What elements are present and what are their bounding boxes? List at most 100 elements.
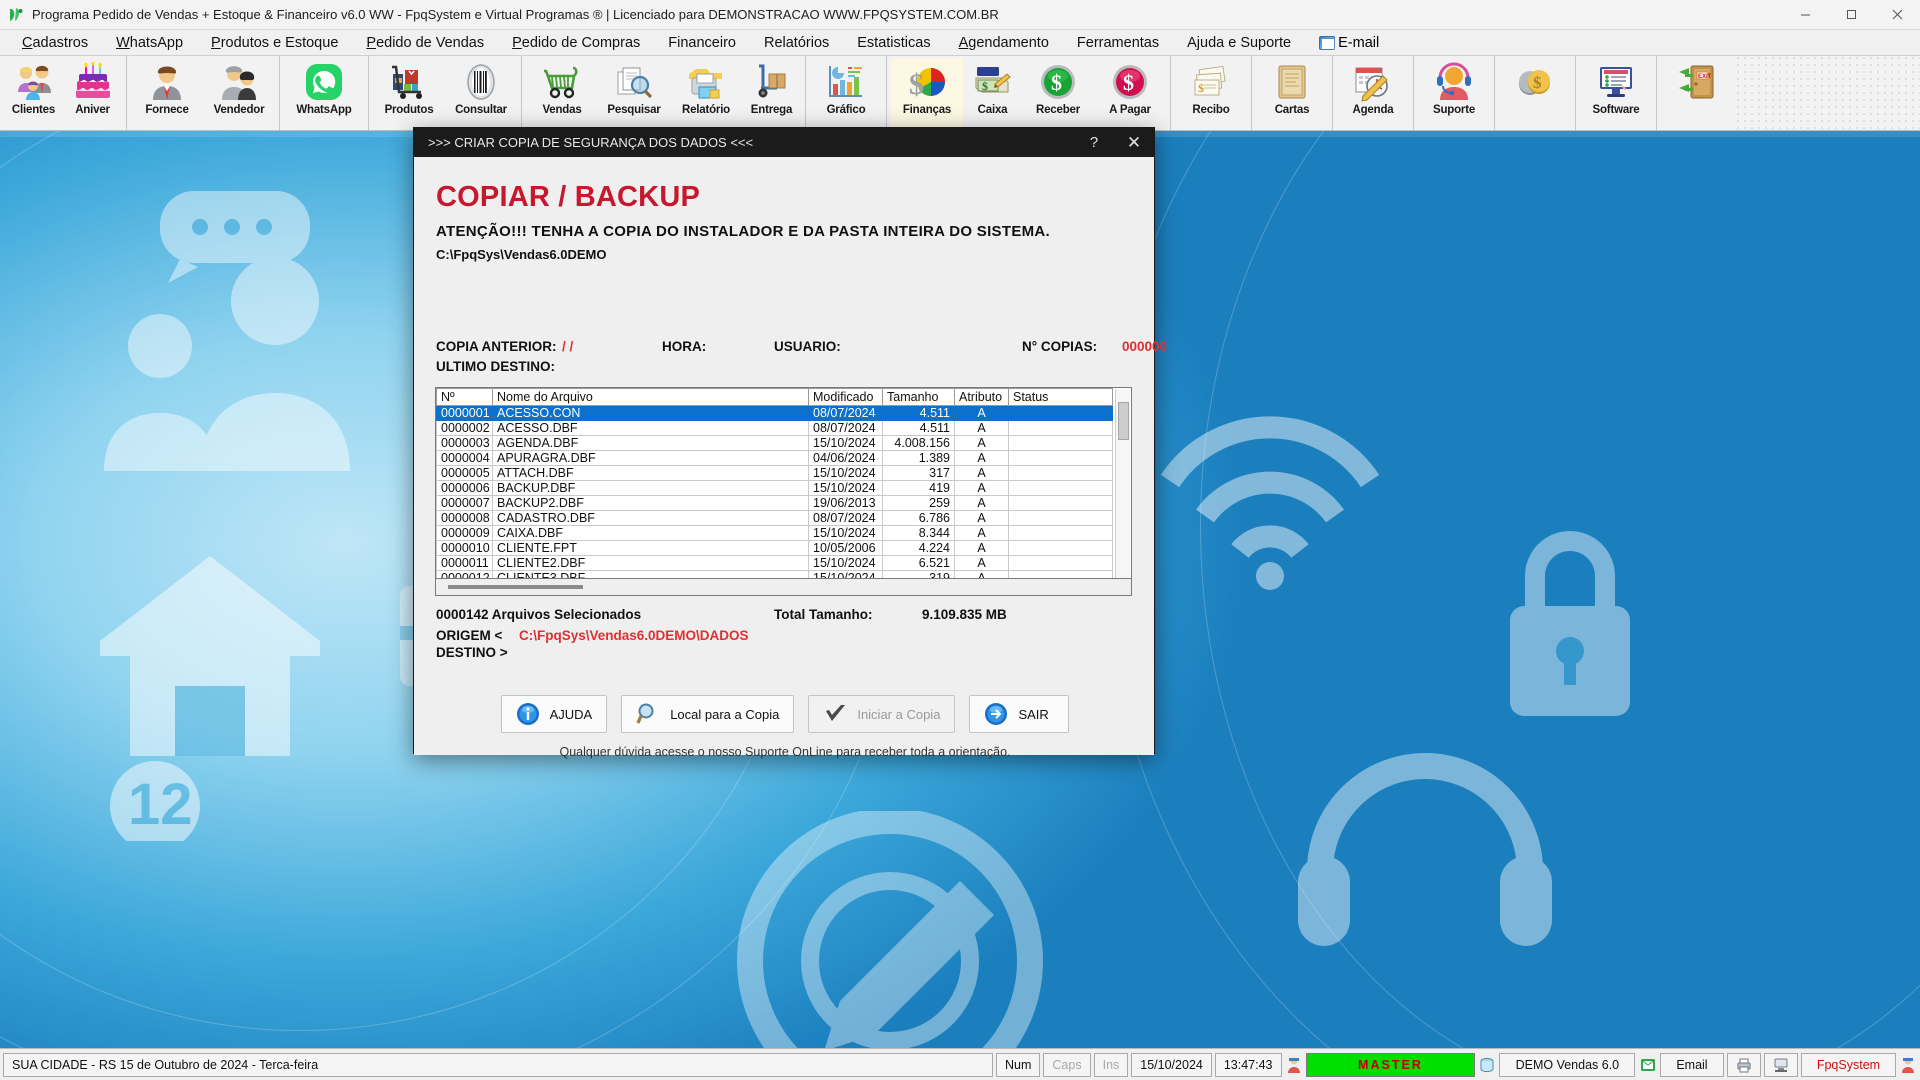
status-ins: Ins xyxy=(1093,1052,1129,1077)
menu-item-ferramentas[interactable]: Ferramentas xyxy=(1063,33,1173,53)
cell-sts xyxy=(1008,435,1113,451)
toolbar-button-caixa[interactable]: $ Caixa xyxy=(963,58,1022,128)
toolbar-button-relatorio[interactable]: Relatório xyxy=(670,58,742,128)
close-button[interactable] xyxy=(1874,0,1920,30)
toolbar-label-caixa: Caixa xyxy=(977,104,1008,116)
shopping-cart-icon xyxy=(542,62,582,102)
table-row[interactable]: 0000005 ATTACH.DBF 15/10/2024 317 A xyxy=(436,465,1113,481)
toolbar-button-financas[interactable]: $ Finanças xyxy=(891,58,963,128)
cell-atr: A xyxy=(954,420,1009,436)
dialog-close-button[interactable]: ✕ xyxy=(1114,128,1154,157)
iniciar-copia-button[interactable]: Iniciar a Copia xyxy=(808,695,956,733)
toolbar-button-coins[interactable]: $ xyxy=(1499,58,1571,128)
menu-item-agendamento[interactable]: Agendamento xyxy=(945,33,1063,53)
cell-sts xyxy=(1008,480,1113,496)
menu-item-pedido-compras[interactable]: Pedido de Compras xyxy=(498,33,654,53)
toolbar-button-receber[interactable]: $ Receber xyxy=(1022,58,1094,128)
svg-text:$: $ xyxy=(1198,81,1204,95)
decorative-lock-glyph xyxy=(1510,531,1630,716)
table-row[interactable]: 0000002 ACESSO.DBF 08/07/2024 4.511 A xyxy=(436,420,1113,436)
table-row[interactable]: 0000006 BACKUP.DBF 15/10/2024 419 A xyxy=(436,480,1113,496)
toolbar-button-consultar[interactable]: Consultar xyxy=(445,58,517,128)
svg-text:12: 12 xyxy=(128,772,193,837)
toolbar-button-entrega[interactable]: Entrega xyxy=(742,58,801,128)
table-row[interactable]: 0000009 CAIXA.DBF 15/10/2024 8.344 A xyxy=(436,525,1113,541)
file-list-grid[interactable]: Nº Nome do Arquivo Modificado Tamanho At… xyxy=(435,387,1132,579)
menu-item-email[interactable]: E-mail xyxy=(1305,33,1393,53)
table-row[interactable]: 0000011 CLIENTE2.DBF 15/10/2024 6.521 A xyxy=(436,555,1113,571)
table-row[interactable]: 0000007 BACKUP2.DBF 19/06/2013 259 A xyxy=(436,495,1113,511)
network-button[interactable] xyxy=(1764,1052,1799,1077)
toolbar-button-suporte[interactable]: Suporte xyxy=(1418,58,1490,128)
table-row[interactable]: 0000012 CLIENTE3.DBF 15/10/2024 319 A xyxy=(436,570,1113,578)
grid-horizontal-scroll-thumb[interactable] xyxy=(448,585,583,589)
table-row[interactable]: 0000004 APURAGRA.DBF 04/06/2024 1.389 A xyxy=(436,450,1113,466)
cell-mod: 15/10/2024 xyxy=(808,525,883,541)
toolbar-label-entrega: Entrega xyxy=(750,104,793,116)
column-header-status[interactable]: Status xyxy=(1008,388,1113,406)
toolbar-button-recibo[interactable]: $ Recibo xyxy=(1175,58,1247,128)
menu-item-pedido-vendas[interactable]: Pedido de Vendas xyxy=(352,33,498,53)
cell-sts xyxy=(1008,495,1113,511)
menu-item-estatisticas[interactable]: Estatisticas xyxy=(843,33,944,53)
column-header-atributo[interactable]: Atributo xyxy=(954,388,1009,406)
menu-item-ajuda-suporte[interactable]: Ajuda e Suporte xyxy=(1173,33,1305,53)
toolbar-button-fornece[interactable]: Fornece xyxy=(131,58,203,128)
status-database: DEMO Vendas 6.0 xyxy=(1499,1052,1636,1077)
sair-button-label: SAIR xyxy=(1018,706,1049,722)
column-header-tamanho[interactable]: Tamanho xyxy=(882,388,955,406)
toolbar-button-vendas[interactable]: Vendas xyxy=(526,58,598,128)
toolbar-button-whatsapp[interactable]: WhatsApp xyxy=(284,58,364,128)
birthday-cake-icon xyxy=(73,62,113,102)
sair-button[interactable]: SAIR xyxy=(969,695,1070,733)
ajuda-button[interactable]: AJUDA xyxy=(500,695,608,733)
grid-vertical-scroll-thumb[interactable] xyxy=(1118,402,1129,440)
menu-item-relatorios[interactable]: Relatórios xyxy=(750,33,843,53)
toolbar-button-aniver[interactable]: Aniver xyxy=(63,58,122,128)
grid-horizontal-scrollbar[interactable] xyxy=(435,579,1132,596)
clients-people-icon xyxy=(14,62,54,102)
toolbar-button-a-pagar[interactable]: $ A Pagar xyxy=(1094,58,1166,128)
cashbook-icon: $ xyxy=(973,62,1013,102)
cell-tam: 319 xyxy=(882,570,955,578)
printer-button[interactable] xyxy=(1727,1052,1762,1077)
cell-num: 0000008 xyxy=(436,510,493,526)
column-header-modificado[interactable]: Modificado xyxy=(808,388,883,406)
toolbar-button-vendedor[interactable]: Vendedor xyxy=(203,58,275,128)
column-header-numero[interactable]: Nº xyxy=(436,388,493,406)
cell-num: 0000010 xyxy=(436,540,493,556)
toolbar-button-cartas[interactable]: Cartas xyxy=(1256,58,1328,128)
menu-item-cadastros[interactable]: CCadastrosadastros xyxy=(8,33,102,53)
toolbar-button-clientes[interactable]: Clientes xyxy=(4,58,63,128)
cell-tam: 419 xyxy=(882,480,955,496)
menu-item-whatsapp[interactable]: WhatsApp xyxy=(102,33,197,53)
table-row[interactable]: 0000010 CLIENTE.FPT 10/05/2006 4.224 A xyxy=(436,540,1113,556)
toolbar-button-pesquisar[interactable]: Pesquisar xyxy=(598,58,670,128)
cell-nome: CLIENTE2.DBF xyxy=(492,555,809,571)
dialog-help-button[interactable]: ? xyxy=(1074,128,1114,157)
grid-vertical-scrollbar[interactable] xyxy=(1115,389,1130,578)
table-row[interactable]: 0000001 ACESSO.CON 08/07/2024 4.511 A xyxy=(436,405,1113,421)
coins-icon: $ xyxy=(1515,62,1555,102)
maximize-button[interactable] xyxy=(1828,0,1874,30)
toolbar-button-grafico[interactable]: Gráfico xyxy=(810,58,882,128)
table-row[interactable]: 0000008 CADASTRO.DBF 08/07/2024 6.786 A xyxy=(436,510,1113,526)
toolbar-button-software[interactable]: Software xyxy=(1580,58,1652,128)
calendar-clock-icon xyxy=(1353,62,1393,102)
toolbar-button-agenda[interactable]: Agenda xyxy=(1337,58,1409,128)
dialog-titlebar: >>> CRIAR COPIA DE SEGURANÇA DOS DADOS <… xyxy=(414,128,1154,157)
column-header-nome[interactable]: Nome do Arquivo xyxy=(492,388,809,406)
minimize-button[interactable] xyxy=(1782,0,1828,30)
local-para-copia-button[interactable]: Local para a Copia xyxy=(621,695,795,733)
toolbar-button-produtos[interactable]: Produtos xyxy=(373,58,445,128)
menu-item-financeiro[interactable]: Financeiro xyxy=(654,33,750,53)
toolbar-label-a-pagar: A Pagar xyxy=(1109,104,1151,116)
menu-item-produtos-estoque[interactable]: Produtos e Estoque xyxy=(197,33,352,53)
checkmark-icon xyxy=(823,702,847,726)
cell-tam: 4.511 xyxy=(882,405,955,421)
toolbar-button-exit[interactable]: EXIT xyxy=(1661,58,1733,128)
toolbar-group-produtos: Produtos Consultar xyxy=(369,56,522,130)
table-row[interactable]: 0000003 AGENDA.DBF 15/10/2024 4.008.156 A xyxy=(436,435,1113,451)
cell-nome: CLIENTE3.DBF xyxy=(492,570,809,578)
cell-nome: ACESSO.DBF xyxy=(492,420,809,436)
